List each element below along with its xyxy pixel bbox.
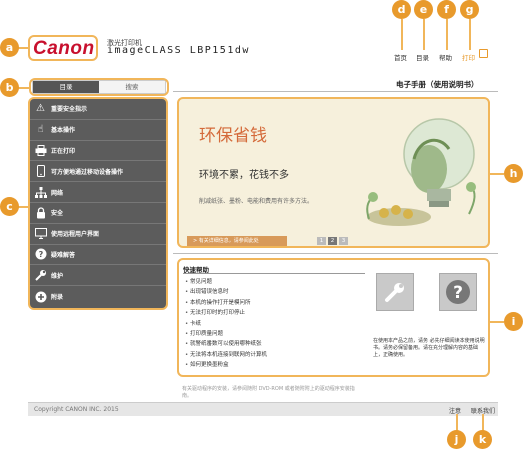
sidebar-item-safety[interactable]: ⚠ 重要安全指示 [30, 99, 166, 120]
list-item[interactable]: 常见问题 [185, 277, 267, 287]
sidebar-item-label: 可方便地通过移动设备操作 [51, 168, 124, 176]
help-link[interactable]: 帮助 [439, 52, 452, 62]
sidebar-item-label: 疑难解答 [51, 251, 76, 259]
list-item[interactable]: 出现错误信息时 [185, 287, 267, 297]
sidebar-item-network[interactable]: 网络 [30, 182, 166, 203]
banner-subtitle: 环境不累，花钱不多 [199, 170, 289, 181]
callout-line [490, 321, 504, 323]
print-icon[interactable] [479, 49, 488, 58]
plus-icon [34, 290, 47, 303]
sidebar-item-maintenance[interactable]: 维护 [30, 265, 166, 287]
monitor-icon [34, 227, 47, 240]
callout-line [469, 19, 471, 50]
manual-title: 电子手册（使用说明书） [396, 80, 479, 89]
quick-help-divider [183, 273, 365, 274]
notice-link[interactable]: 注意 [449, 406, 461, 415]
page-dot[interactable]: 3 [339, 237, 348, 245]
product-model: imageCLASS LBP151dw [107, 45, 250, 56]
sidebar-item-label: 基本操作 [51, 127, 76, 135]
list-item[interactable]: 无法将本机连接到联网的计算机 [185, 350, 267, 360]
sidebar-item-basic[interactable]: ☝ 基本操作 [30, 120, 166, 141]
question-icon: ? [34, 248, 47, 261]
callout-badge-d: d [392, 0, 411, 19]
callout-line [490, 173, 504, 175]
sidebar-item-label: 附录 [51, 294, 64, 302]
quick-help-list: 常见问题 出现错误信息时 本机的操作打开是模问所 无法打印时的打印停止 卡纸 打… [185, 277, 267, 371]
mobile-icon [34, 165, 47, 178]
callout-badge-g: g [460, 0, 479, 19]
sidebar-item-label: 网络 [51, 189, 64, 197]
wrench-icon [34, 269, 47, 282]
sidebar-item-label: 正在打印 [51, 147, 76, 155]
callout-badge-a: a [0, 38, 19, 57]
banner-description: 削减纸张、墨粉、电能和费用有许多方法。 [199, 198, 314, 205]
sidebar-item-printing[interactable]: 正在打印 [30, 141, 166, 162]
home-link[interactable]: 首页 [394, 52, 407, 62]
title-divider [173, 91, 498, 92]
usage-note: 在使用本产品之前，请务 必先仔细阅读本使用说明书。请务必保留备用。请在充分理解内… [373, 338, 485, 358]
printer-icon [34, 144, 47, 157]
list-item[interactable]: 就警纸番数可以使用哪种纸张 [185, 339, 267, 349]
callout-badge-b: b [0, 78, 19, 97]
callout-badge-f: f [437, 0, 456, 19]
page-dot[interactable]: 2 [328, 237, 337, 245]
sidebar-item-label: 维护 [51, 272, 64, 280]
callout-line [446, 19, 448, 50]
callout-line [482, 414, 484, 431]
quick-help-panel: 快速帮助 常见问题 出现错误信息时 本机的操作打开是模问所 无法打印时的打印停止… [177, 258, 490, 377]
list-item[interactable]: 无法打印时的打印停止 [185, 308, 267, 318]
print-link[interactable]: 打印 [462, 52, 475, 62]
tabs-highlight [29, 78, 169, 96]
sidebar: ⚠ 重要安全指示 ☝ 基本操作 正在打印 可方便地通过移动设备操作 网络 安全 … [28, 97, 168, 310]
page: Canon 激光打印机 imageCLASS LBP151dw 首页 目录 帮助… [0, 0, 527, 450]
sidebar-item-security[interactable]: 安全 [30, 203, 166, 224]
banner-divider [173, 253, 498, 254]
lock-icon [34, 206, 47, 219]
network-icon [34, 186, 47, 199]
svg-text:?: ? [453, 283, 463, 303]
list-item[interactable]: 打印质量问题 [185, 329, 267, 339]
list-item[interactable]: 卡纸 [185, 319, 267, 329]
sidebar-item-label: 安全 [51, 210, 64, 218]
hand-icon: ☝ [37, 124, 44, 136]
callout-line [401, 19, 403, 50]
logo-highlight [28, 35, 98, 61]
sidebar-item-label: 重要安全指示 [51, 106, 88, 114]
callout-badge-h: h [504, 164, 523, 183]
eco-banner[interactable]: 环保省钱 环境不累，花钱不多 削减纸张、墨粉、电能和费用有许多方法。 > 有关详… [177, 97, 490, 248]
lightbulb-illustration [366, 118, 476, 226]
banner-pager: 1 2 3 [317, 237, 348, 245]
list-item[interactable]: 本机的操作打开是模问所 [185, 298, 267, 308]
driver-footnote: 有关驱动程序的安装，请参阅随附 DVD-ROM 或者随附附上的驱动程序安装指南。 [182, 386, 355, 399]
sidebar-item-remote-ui[interactable]: 使用远程用户界面 [30, 224, 166, 245]
callout-line [423, 19, 425, 50]
copyright: Copyright CANON INC. 2015 [34, 406, 119, 413]
callout-badge-k: k [473, 430, 492, 449]
footer: Copyright CANON INC. 2015 注意 联系我们 [28, 402, 498, 416]
wrench-icon [385, 283, 404, 302]
maintenance-tile[interactable] [376, 273, 414, 311]
callout-badge-c: c [0, 197, 19, 216]
sidebar-item-label: 使用远程用户界面 [51, 231, 100, 239]
callout-badge-j: j [447, 430, 466, 449]
sidebar-item-mobile[interactable]: 可方便地通过移动设备操作 [30, 161, 166, 183]
list-item[interactable]: 如何更换墨粉盒 [185, 360, 267, 370]
sidebar-item-troubleshooting[interactable]: ? 疑难解答 [30, 245, 166, 266]
sidebar-item-appendix[interactable]: 附录 [30, 286, 166, 307]
question-icon: ? [446, 280, 470, 304]
svg-text:?: ? [38, 250, 43, 259]
callout-line [456, 414, 458, 431]
callout-badge-e: e [414, 0, 433, 19]
troubleshooting-tile[interactable]: ? [439, 273, 477, 311]
page-dot[interactable]: 1 [317, 237, 326, 245]
banner-title: 环保省钱 [199, 126, 267, 146]
callout-badge-i: i [504, 312, 523, 331]
warning-icon: ⚠ [36, 103, 45, 115]
details-link[interactable]: > 有关详细信息，请参阅此处 [187, 236, 287, 246]
contents-link[interactable]: 目录 [416, 52, 429, 62]
